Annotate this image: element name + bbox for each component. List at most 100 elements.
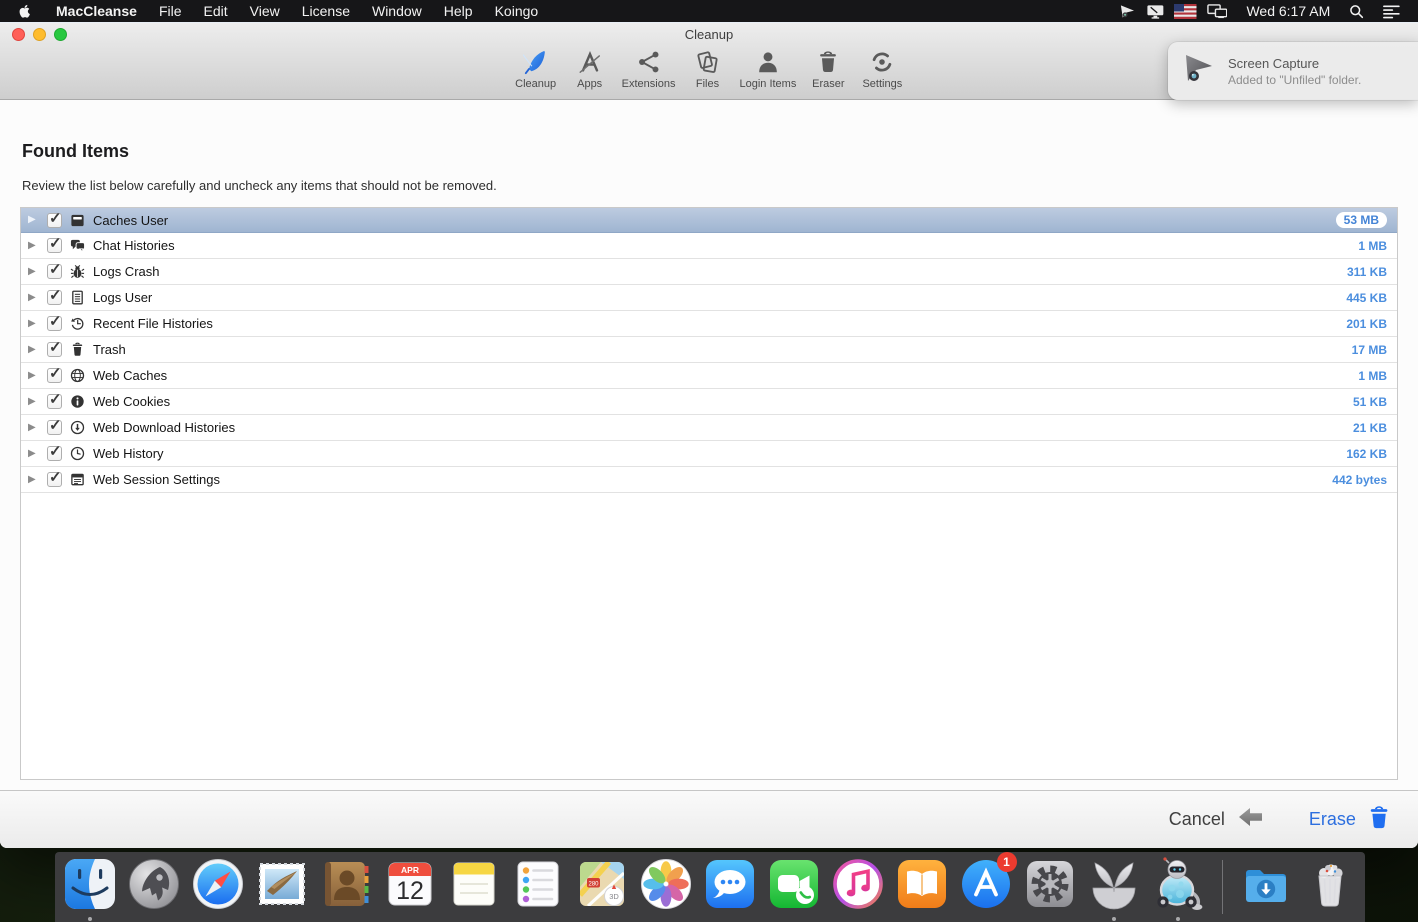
toolbar-cleanup[interactable]: Cleanup — [514, 47, 558, 90]
dock-item-photos[interactable] — [638, 856, 695, 918]
dock-item-safari[interactable] — [190, 856, 247, 918]
row-checkbox[interactable]: ✓ — [47, 213, 62, 228]
menu-help[interactable]: Help — [433, 3, 484, 19]
row-checkbox[interactable]: ✓ — [47, 394, 62, 409]
dock-item-messages[interactable] — [702, 856, 759, 918]
list-item-web-history[interactable]: ▶ ✓ Web History 162 KB — [21, 441, 1397, 467]
erase-trash-icon — [1368, 805, 1390, 834]
dock-item-calendar[interactable]: APR12 — [382, 856, 439, 918]
list-item-trash[interactable]: ▶ ✓ Trash 17 MB — [21, 337, 1397, 363]
menu-license[interactable]: License — [291, 3, 361, 19]
finder-icon — [62, 856, 118, 918]
erase-label: Erase — [1309, 809, 1356, 830]
row-checkbox[interactable]: ✓ — [47, 238, 62, 253]
screen-sharing-icon[interactable] — [1141, 4, 1170, 19]
list-item-logs-user[interactable]: ▶ ✓ Logs User 445 KB — [21, 285, 1397, 311]
list-item-web-download-histories[interactable]: ▶ ✓ Web Download Histories 21 KB — [21, 415, 1397, 441]
disclosure-triangle-icon[interactable]: ▶ — [28, 449, 40, 459]
list-item-logs-crash[interactable]: ▶ ✓ Logs Crash 311 KB — [21, 259, 1397, 285]
itunes-icon — [830, 856, 886, 918]
clock-icon — [70, 446, 86, 462]
dock-item-trash-full[interactable] — [1302, 856, 1359, 918]
disclosure-triangle-icon[interactable]: ▶ — [28, 423, 40, 433]
disclosure-triangle-icon[interactable]: ▶ — [28, 215, 40, 225]
row-checkbox[interactable]: ✓ — [47, 290, 62, 305]
toolbar-login-items[interactable]: Login Items — [739, 47, 796, 90]
apple-menu[interactable] — [12, 4, 45, 19]
dock-item-ibooks[interactable] — [894, 856, 951, 918]
list-item-chat-histories[interactable]: ▶ ✓ Chat Histories 1 MB — [21, 233, 1397, 259]
row-checkbox[interactable]: ✓ — [47, 420, 62, 435]
spotlight-icon[interactable] — [1344, 4, 1369, 19]
screen-capture-status-icon[interactable] — [1114, 4, 1141, 19]
list-item-web-cookies[interactable]: ▶ ✓ Web Cookies 51 KB — [21, 389, 1397, 415]
input-source-flag-icon[interactable] — [1169, 4, 1202, 19]
disclosure-triangle-icon[interactable]: ▶ — [28, 319, 40, 329]
airplay-displays-icon[interactable] — [1202, 4, 1233, 19]
row-checkbox[interactable]: ✓ — [47, 342, 62, 357]
menu-app-name[interactable]: MacCleanse — [45, 3, 148, 19]
disclosure-triangle-icon[interactable]: ▶ — [28, 293, 40, 303]
dock-item-reminders[interactable] — [510, 856, 567, 918]
dock-item-maps[interactable]: 2803D — [574, 856, 631, 918]
notification-center-icon[interactable] — [1377, 4, 1406, 19]
facetime-icon — [766, 856, 822, 918]
menu-koingo[interactable]: Koingo — [484, 3, 550, 19]
list-item-web-session-settings[interactable]: ▶ ✓ Web Session Settings 442 bytes — [21, 467, 1397, 493]
row-checkbox[interactable]: ✓ — [47, 264, 62, 279]
dock-item-itunes[interactable] — [830, 856, 887, 918]
menu-view[interactable]: View — [239, 3, 291, 19]
menu-edit[interactable]: Edit — [193, 3, 239, 19]
list-item-web-caches[interactable]: ▶ ✓ Web Caches 1 MB — [21, 363, 1397, 389]
running-indicator — [88, 917, 92, 921]
row-checkbox[interactable]: ✓ — [47, 446, 62, 461]
dock-item-facetime[interactable] — [766, 856, 823, 918]
dock-item-app-store[interactable]: 1 — [958, 856, 1015, 918]
dock-item-mail[interactable] — [254, 856, 311, 918]
row-size-badge: 17 MB — [1352, 343, 1387, 357]
erase-button[interactable]: Erase — [1309, 805, 1390, 834]
dock-item-launchpad[interactable] — [126, 856, 183, 918]
disclosure-triangle-icon[interactable]: ▶ — [28, 371, 40, 381]
notification-banner[interactable]: Screen Capture Added to "Unfiled" folder… — [1168, 42, 1418, 100]
session-window-icon — [70, 472, 86, 488]
list-item-caches-user[interactable]: ▶ ✓ Caches User 53 MB — [21, 207, 1397, 233]
toolbar-files[interactable]: Files — [685, 47, 729, 90]
robot-cleaner-icon — [1150, 856, 1206, 918]
menu-window[interactable]: Window — [361, 3, 433, 19]
cancel-button[interactable]: Cancel — [1169, 805, 1265, 834]
dock-item-downloads-folder[interactable] — [1238, 856, 1295, 918]
toolbar-eraser[interactable]: Eraser — [806, 47, 850, 90]
menu-clock[interactable]: Wed 6:17 AM — [1240, 3, 1336, 19]
dock-item-notes[interactable] — [446, 856, 503, 918]
row-size-badge: 51 KB — [1353, 395, 1387, 409]
notification-message: Added to "Unfiled" folder. — [1228, 73, 1361, 87]
menu-file[interactable]: File — [148, 3, 193, 19]
toolbar-settings[interactable]: Settings — [860, 47, 904, 90]
bug-icon — [70, 264, 86, 280]
apple-logo-icon — [18, 4, 31, 19]
row-size-badge: 1 MB — [1358, 239, 1387, 253]
dock-item-contacts[interactable] — [318, 856, 375, 918]
main-content: Found Items Review the list below carefu… — [0, 101, 1418, 790]
messages-icon — [702, 856, 758, 918]
disclosure-triangle-icon[interactable]: ▶ — [28, 475, 40, 485]
disclosure-triangle-icon[interactable]: ▶ — [28, 267, 40, 277]
dock-item-robot-cleaner[interactable] — [1150, 856, 1207, 918]
list-item-recent-file-histories[interactable]: ▶ ✓ Recent File Histories 201 KB — [21, 311, 1397, 337]
disclosure-triangle-icon[interactable]: ▶ — [28, 241, 40, 251]
row-checkbox[interactable]: ✓ — [47, 472, 62, 487]
row-checkbox[interactable]: ✓ — [47, 368, 62, 383]
row-checkbox[interactable]: ✓ — [47, 316, 62, 331]
dock-divider — [1222, 860, 1223, 914]
dock-item-system-preferences[interactable] — [1022, 856, 1079, 918]
contacts-icon — [318, 856, 374, 918]
files-icon — [694, 47, 720, 75]
disclosure-triangle-icon[interactable]: ▶ — [28, 397, 40, 407]
disclosure-triangle-icon[interactable]: ▶ — [28, 345, 40, 355]
document-lines-icon — [70, 290, 86, 306]
dock-item-finder[interactable] — [62, 856, 119, 918]
toolbar-extensions[interactable]: Extensions — [622, 47, 676, 90]
dock-item-maccleanse[interactable] — [1086, 856, 1143, 918]
toolbar-apps[interactable]: Apps — [568, 47, 612, 90]
